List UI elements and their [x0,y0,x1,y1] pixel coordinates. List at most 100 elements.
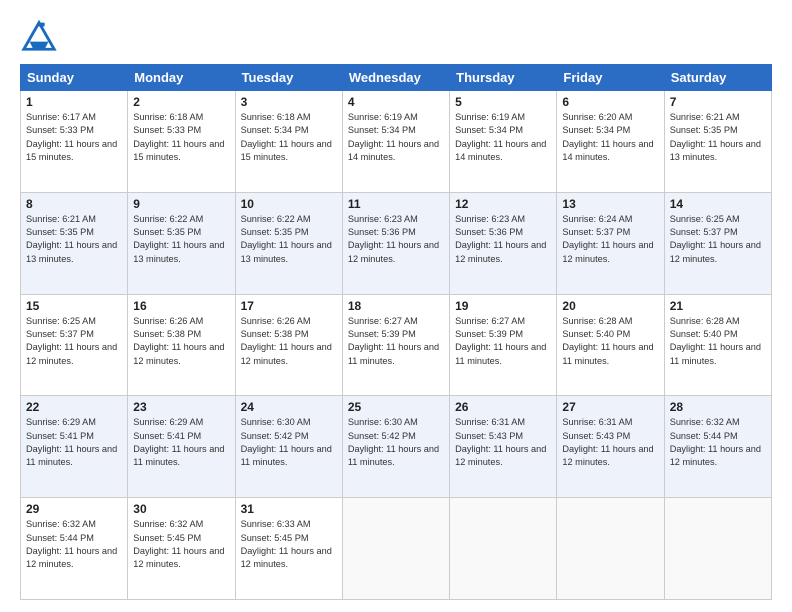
day-info: Sunrise: 6:23 AMSunset: 5:36 PMDaylight:… [455,213,551,266]
day-number: 24 [241,400,337,414]
day-info: Sunrise: 6:33 AMSunset: 5:45 PMDaylight:… [241,518,337,571]
calendar-day: 27Sunrise: 6:31 AMSunset: 5:43 PMDayligh… [557,396,664,498]
day-info: Sunrise: 6:30 AMSunset: 5:42 PMDaylight:… [241,416,337,469]
day-number: 7 [670,95,766,109]
calendar-day: 25 Sunrise: 6:30 AMSunset: 5:42 PMDayligh… [342,396,449,498]
calendar-day: 10Sunrise: 6:22 AMSunset: 5:35 PMDayligh… [235,192,342,294]
day-info: Sunrise: 6:27 AMSunset: 5:39 PMDaylight:… [455,315,551,368]
calendar-day: 4Sunrise: 6:19 AMSunset: 5:34 PMDaylight… [342,91,449,193]
weekday-header-tuesday: Tuesday [235,65,342,91]
day-info: Sunrise: 6:32 AMSunset: 5:45 PMDaylight:… [133,518,229,571]
calendar-day: 3 Sunrise: 6:18 AMSunset: 5:34 PMDaylight… [235,91,342,193]
day-number: 10 [241,197,337,211]
day-info: Sunrise: 6:26 AMSunset: 5:38 PMDaylight:… [241,315,337,368]
day-number: 20 [562,299,658,313]
day-info: Sunrise: 6:27 AMSunset: 5:39 PMDaylight:… [348,315,444,368]
day-number: 15 [26,299,122,313]
calendar-week-2: 8Sunrise: 6:21 AMSunset: 5:35 PMDaylight… [21,192,772,294]
day-info: Sunrise: 6:17 AMSunset: 5:33 PMDaylight:… [26,111,122,164]
calendar-day [557,498,664,600]
day-number: 25 [348,400,444,414]
weekday-header-saturday: Saturday [664,65,771,91]
calendar-day: 11 Sunrise: 6:23 AMSunset: 5:36 PMDayligh… [342,192,449,294]
day-info: Sunrise: 6:21 AMSunset: 5:35 PMDaylight:… [26,213,122,266]
day-number: 17 [241,299,337,313]
calendar-day: 28Sunrise: 6:32 AMSunset: 5:44 PMDayligh… [664,396,771,498]
day-info: Sunrise: 6:25 AMSunset: 5:37 PMDaylight:… [26,315,122,368]
calendar-day: 23 Sunrise: 6:29 AMSunset: 5:41 PMDayligh… [128,396,235,498]
day-info: Sunrise: 6:19 AMSunset: 5:34 PMDaylight:… [455,111,551,164]
day-number: 14 [670,197,766,211]
calendar-week-1: 1Sunrise: 6:17 AMSunset: 5:33 PMDaylight… [21,91,772,193]
day-info: Sunrise: 6:31 AMSunset: 5:43 PMDaylight:… [455,416,551,469]
calendar-day: 29 Sunrise: 6:32 AMSunset: 5:44 PMDayligh… [21,498,128,600]
day-number: 23 [133,400,229,414]
calendar-day: 20Sunrise: 6:28 AMSunset: 5:40 PMDayligh… [557,294,664,396]
day-number: 3 [241,95,337,109]
day-info: Sunrise: 6:18 AMSunset: 5:34 PMDaylight:… [241,111,337,164]
day-info: Sunrise: 6:25 AMSunset: 5:37 PMDaylight:… [670,213,766,266]
day-info: Sunrise: 6:32 AMSunset: 5:44 PMDaylight:… [26,518,122,571]
weekday-header-monday: Monday [128,65,235,91]
calendar-day: 12 Sunrise: 6:23 AMSunset: 5:36 PMDayligh… [450,192,557,294]
weekday-header-sunday: Sunday [21,65,128,91]
day-info: Sunrise: 6:22 AMSunset: 5:35 PMDaylight:… [133,213,229,266]
calendar-day: 15 Sunrise: 6:25 AMSunset: 5:37 PMDayligh… [21,294,128,396]
calendar-week-5: 29 Sunrise: 6:32 AMSunset: 5:44 PMDayligh… [21,498,772,600]
day-number: 21 [670,299,766,313]
calendar-day: 1Sunrise: 6:17 AMSunset: 5:33 PMDaylight… [21,91,128,193]
day-info: Sunrise: 6:26 AMSunset: 5:38 PMDaylight:… [133,315,229,368]
calendar-day: 18 Sunrise: 6:27 AMSunset: 5:39 PMDayligh… [342,294,449,396]
day-info: Sunrise: 6:30 AMSunset: 5:42 PMDaylight:… [348,416,444,469]
day-number: 11 [348,197,444,211]
day-number: 5 [455,95,551,109]
day-number: 22 [26,400,122,414]
logo-icon [20,16,58,54]
logo [20,16,62,54]
calendar-day: 14 Sunrise: 6:25 AMSunset: 5:37 PMDayligh… [664,192,771,294]
weekday-header-wednesday: Wednesday [342,65,449,91]
calendar-day [664,498,771,600]
day-info: Sunrise: 6:24 AMSunset: 5:37 PMDaylight:… [562,213,658,266]
calendar-day: 7 Sunrise: 6:21 AMSunset: 5:35 PMDaylight… [664,91,771,193]
calendar-day [342,498,449,600]
weekday-header-thursday: Thursday [450,65,557,91]
day-number: 12 [455,197,551,211]
page: SundayMondayTuesdayWednesdayThursdayFrid… [0,0,792,612]
calendar-day: 6 Sunrise: 6:20 AMSunset: 5:34 PMDaylight… [557,91,664,193]
calendar-day [450,498,557,600]
day-number: 19 [455,299,551,313]
day-info: Sunrise: 6:28 AMSunset: 5:40 PMDaylight:… [670,315,766,368]
calendar-week-4: 22 Sunrise: 6:29 AMSunset: 5:41 PMDayligh… [21,396,772,498]
header [20,16,772,54]
day-number: 28 [670,400,766,414]
day-info: Sunrise: 6:23 AMSunset: 5:36 PMDaylight:… [348,213,444,266]
day-number: 31 [241,502,337,516]
calendar-day: 19 Sunrise: 6:27 AMSunset: 5:39 PMDayligh… [450,294,557,396]
day-info: Sunrise: 6:29 AMSunset: 5:41 PMDaylight:… [133,416,229,469]
calendar-day: 26 Sunrise: 6:31 AMSunset: 5:43 PMDayligh… [450,396,557,498]
day-number: 18 [348,299,444,313]
calendar-day: 21 Sunrise: 6:28 AMSunset: 5:40 PMDayligh… [664,294,771,396]
day-number: 30 [133,502,229,516]
day-info: Sunrise: 6:21 AMSunset: 5:35 PMDaylight:… [670,111,766,164]
day-info: Sunrise: 6:29 AMSunset: 5:41 PMDaylight:… [26,416,122,469]
calendar-table: SundayMondayTuesdayWednesdayThursdayFrid… [20,64,772,600]
calendar-day: 5 Sunrise: 6:19 AMSunset: 5:34 PMDaylight… [450,91,557,193]
calendar-day: 31 Sunrise: 6:33 AMSunset: 5:45 PMDayligh… [235,498,342,600]
day-number: 9 [133,197,229,211]
day-number: 27 [562,400,658,414]
calendar-day: 8Sunrise: 6:21 AMSunset: 5:35 PMDaylight… [21,192,128,294]
day-info: Sunrise: 6:20 AMSunset: 5:34 PMDaylight:… [562,111,658,164]
day-number: 26 [455,400,551,414]
calendar-day: 9 Sunrise: 6:22 AMSunset: 5:35 PMDaylight… [128,192,235,294]
calendar-day: 22 Sunrise: 6:29 AMSunset: 5:41 PMDayligh… [21,396,128,498]
calendar-week-3: 15 Sunrise: 6:25 AMSunset: 5:37 PMDayligh… [21,294,772,396]
calendar-day: 30 Sunrise: 6:32 AMSunset: 5:45 PMDayligh… [128,498,235,600]
day-info: Sunrise: 6:19 AMSunset: 5:34 PMDaylight:… [348,111,444,164]
calendar-day: 16 Sunrise: 6:26 AMSunset: 5:38 PMDayligh… [128,294,235,396]
day-number: 16 [133,299,229,313]
day-info: Sunrise: 6:18 AMSunset: 5:33 PMDaylight:… [133,111,229,164]
day-number: 29 [26,502,122,516]
day-number: 6 [562,95,658,109]
